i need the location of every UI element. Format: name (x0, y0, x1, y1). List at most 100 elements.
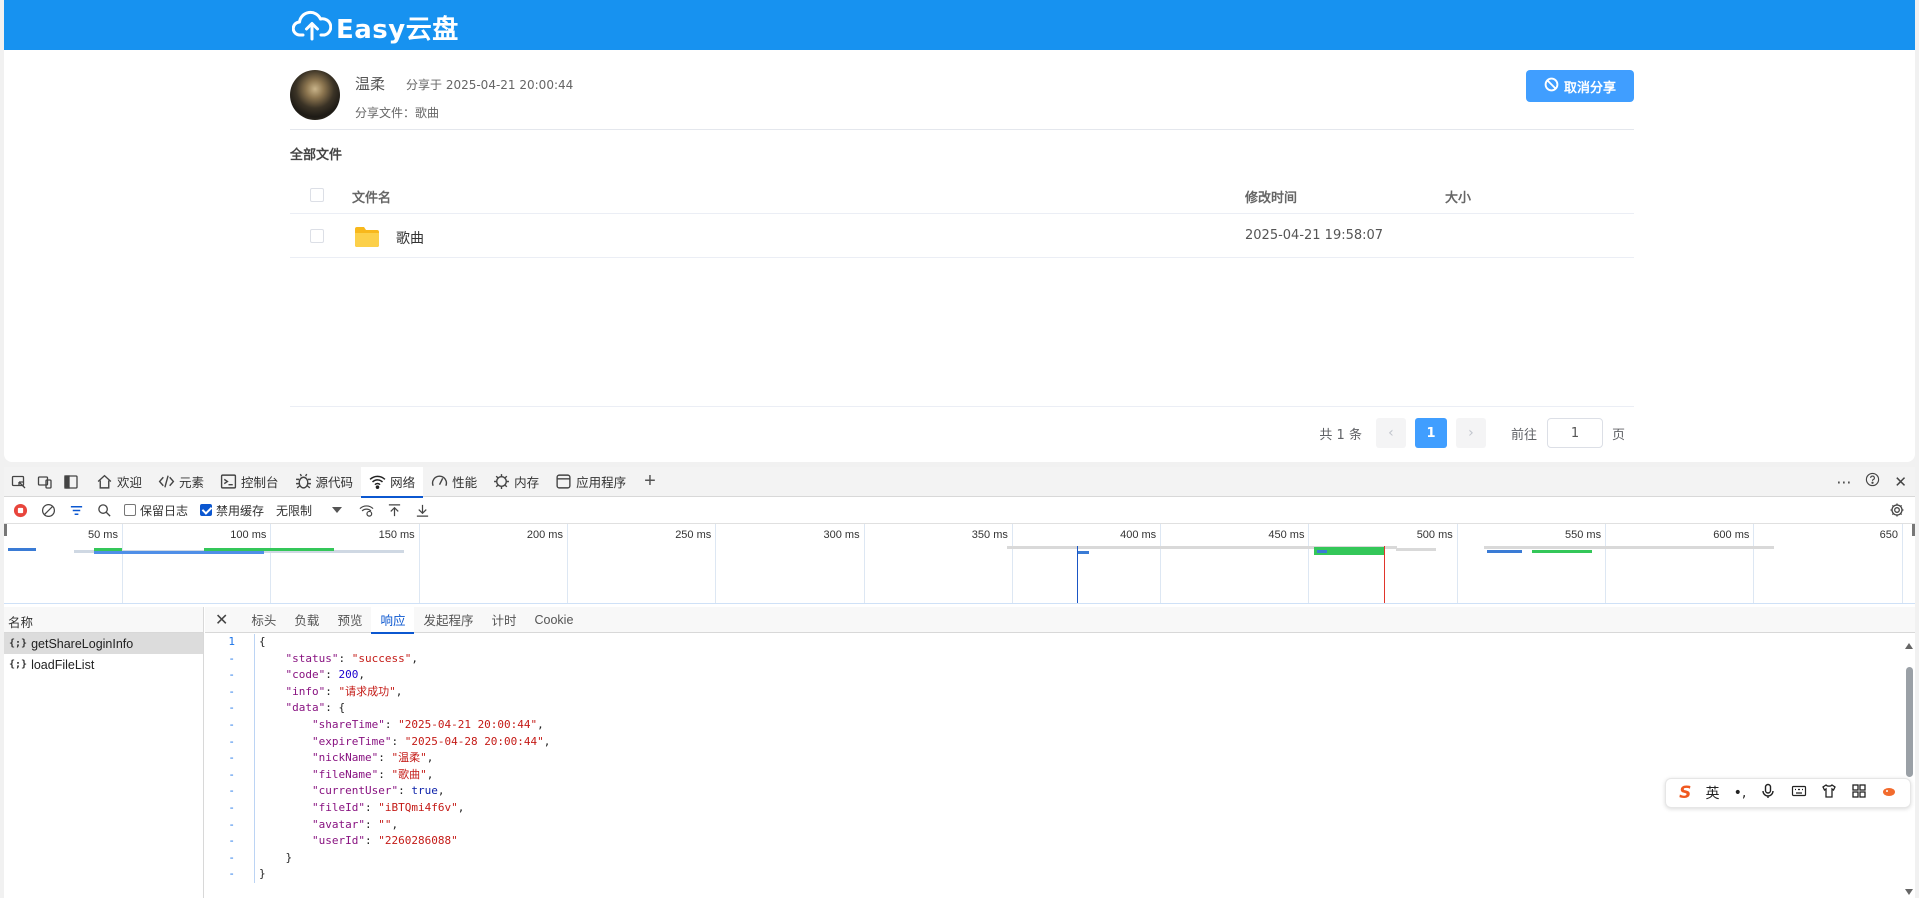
network-timeline-overview[interactable]: 50 ms 100 ms 150 ms 200 ms 250 ms 300 ms 350 m… (4, 524, 1915, 604)
tab-performance[interactable]: 性能 (423, 467, 485, 497)
throttle-select[interactable]: 无限制 (276, 502, 312, 519)
sidebar-toggle-icon[interactable] (62, 473, 80, 491)
tab-application[interactable]: 应用程序 (547, 467, 634, 497)
checkbox-box[interactable] (200, 504, 213, 516)
ban-icon (1544, 77, 1564, 96)
ime-mascot-icon[interactable] (1881, 783, 1897, 803)
share-header: 温柔 分享于 2025-04-21 20:00:44 分享文件：歌曲 取消分享 (290, 70, 1634, 130)
clear-icon[interactable] (40, 502, 56, 518)
line-number: - (228, 817, 235, 831)
microphone-icon[interactable] (1760, 783, 1776, 803)
scroll-up-arrow-icon[interactable] (1905, 643, 1913, 649)
code-text: "expireTime": "2025-04-28 20:00:44", (311, 734, 551, 748)
preserve-log-checkbox[interactable]: 保留日志 (124, 502, 188, 519)
ime-logo-icon[interactable]: S (1679, 783, 1691, 803)
tab-network[interactable]: 网络 (361, 466, 424, 498)
timeline-gridline (418, 524, 420, 603)
column-header-size[interactable]: 大小 (1445, 187, 1471, 206)
grid-menu-icon[interactable] (1851, 783, 1867, 803)
response-body[interactable]: 1{- "status": "success", - "code": 200, - … (205, 634, 1905, 898)
devtools-window-controls: ⋯ ✕ (1836, 472, 1907, 491)
tab-memory[interactable]: 内存 (485, 467, 547, 497)
timeline-range-handle[interactable] (1912, 524, 1915, 536)
settings-gear-icon[interactable] (1889, 502, 1905, 521)
line-number: - (228, 867, 235, 881)
request-row[interactable]: {;} loadFileList (4, 654, 203, 675)
next-page-button[interactable]: › (1455, 418, 1486, 448)
tab-console[interactable]: 控制台 (212, 467, 287, 497)
tab-preview[interactable]: 预览 (328, 607, 371, 633)
line-number: 1 (228, 635, 235, 648)
network-body: 名称 {;} getShareLoginInfo {;} loadFileLis… (4, 606, 1915, 898)
ime-punctuation-icon[interactable]: •, (1734, 785, 1747, 801)
request-row[interactable]: {;} getShareLoginInfo (4, 633, 203, 654)
goto-page-input[interactable] (1546, 418, 1603, 448)
tab-label: 性能 (452, 476, 478, 490)
response-scrollbar[interactable] (1903, 637, 1915, 898)
timeline-gridline (1753, 524, 1755, 603)
network-conditions-icon[interactable] (358, 502, 374, 518)
code-line: - "fileName": "歌曲", (205, 766, 1905, 784)
column-header-modified[interactable]: 修改时间 (1245, 187, 1297, 206)
scroll-down-arrow-icon[interactable] (1905, 889, 1913, 895)
disable-cache-label: 禁用缓存 (216, 503, 265, 518)
import-har-icon[interactable] (386, 502, 402, 518)
logo[interactable]: Easy云盘 (291, 8, 459, 46)
filter-icon[interactable] (68, 502, 84, 518)
device-emulation-icon[interactable] (36, 473, 54, 491)
select-all-checkbox[interactable] (310, 188, 324, 202)
home-icon (97, 474, 112, 489)
tab-headers[interactable]: 标头 (242, 607, 285, 633)
keyboard-icon[interactable] (1791, 783, 1807, 803)
table-row[interactable]: 歌曲 2025-04-21 19:58:07 (290, 214, 1634, 258)
timeline-gridline (1011, 524, 1013, 603)
inspect-element-icon[interactable] (10, 473, 28, 491)
tab-response[interactable]: 响应 (371, 606, 415, 634)
skin-shirt-icon[interactable] (1821, 783, 1837, 803)
record-stop-icon[interactable] (12, 502, 28, 518)
timeline-request-bar (1487, 550, 1522, 553)
code-gutter (235, 799, 255, 817)
help-icon[interactable] (1865, 472, 1880, 491)
row-checkbox[interactable] (310, 229, 324, 243)
timeline-label: 200 ms (526, 529, 563, 541)
prev-page-button[interactable]: ‹ (1375, 418, 1406, 448)
line-number: - (228, 668, 235, 682)
file-name[interactable]: 歌曲 (396, 228, 424, 248)
page-unit-label: 页 (1611, 427, 1625, 443)
add-tab-icon[interactable]: + (644, 470, 656, 493)
tab-welcome[interactable]: 欢迎 (88, 467, 150, 497)
folder-icon (354, 226, 380, 247)
timeline-range-handle[interactable] (4, 524, 7, 536)
close-detail-icon[interactable]: ✕ (215, 610, 228, 630)
column-header-name[interactable]: 文件名 (352, 187, 391, 206)
scrollbar-thumb[interactable] (1906, 667, 1913, 777)
cancel-share-button[interactable]: 取消分享 (1526, 70, 1634, 102)
export-har-icon[interactable] (414, 502, 430, 518)
throttle-dropdown-icon[interactable] (332, 507, 343, 513)
tab-elements[interactable]: 元素 (150, 467, 212, 497)
tab-timing[interactable]: 计时 (482, 607, 525, 633)
checkbox-box[interactable] (124, 504, 136, 516)
code-gutter (235, 750, 255, 767)
tab-label: 元素 (179, 476, 205, 490)
tab-cookie[interactable]: Cookie (526, 607, 583, 633)
search-icon[interactable] (96, 502, 112, 518)
page-number-current[interactable]: 1 (1414, 418, 1447, 448)
name-column-header[interactable]: 名称 (4, 607, 203, 633)
line-number: - (228, 784, 235, 798)
tab-payload[interactable]: 负载 (285, 607, 328, 633)
code-gutter (235, 683, 255, 701)
code-line: - } (205, 849, 1905, 867)
line-number: - (228, 850, 235, 864)
code-line: - "status": "success", (205, 650, 1905, 668)
more-options-icon[interactable]: ⋯ (1836, 473, 1851, 491)
code-gutter (235, 833, 255, 850)
ime-language-toggle[interactable]: 英 (1705, 783, 1719, 803)
cloud-upload-icon (291, 8, 333, 46)
tab-initiator[interactable]: 发起程序 (414, 607, 482, 633)
tab-sources[interactable]: 源代码 (287, 467, 362, 497)
close-devtools-icon[interactable]: ✕ (1894, 473, 1907, 491)
disable-cache-checkbox[interactable]: 禁用缓存 (200, 502, 264, 519)
code-gutter (235, 700, 255, 717)
